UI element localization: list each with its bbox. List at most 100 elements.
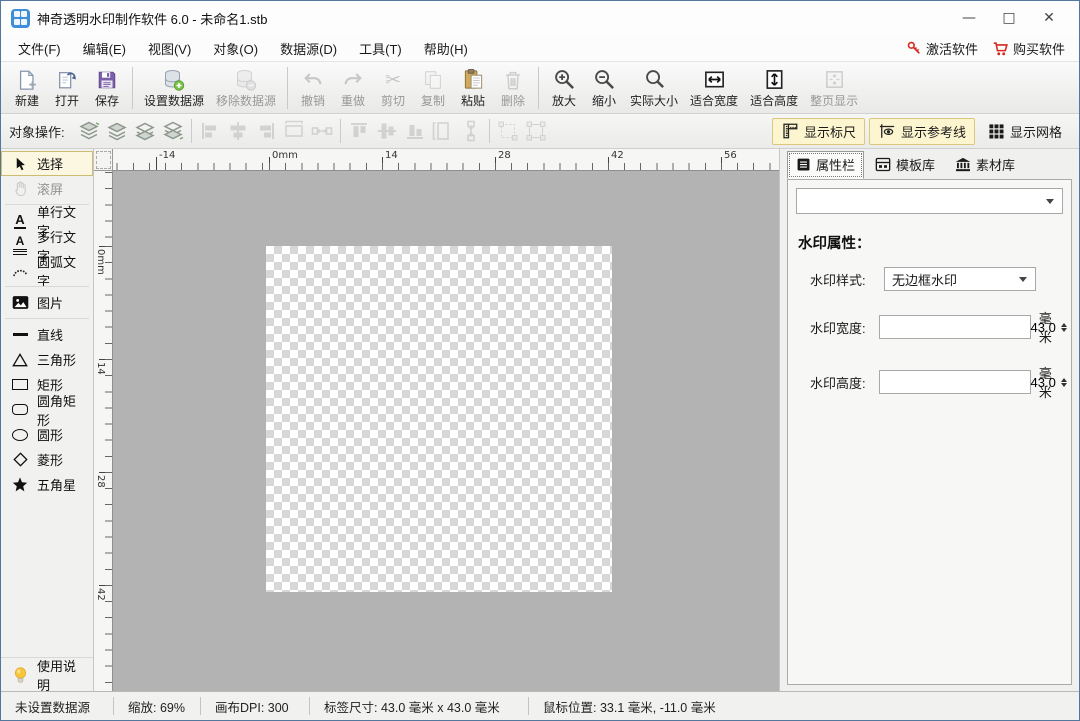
bring-forward-icon[interactable] (103, 118, 131, 144)
tool-triangle[interactable]: 三角形 (1, 347, 93, 372)
minimize-button[interactable]: — (949, 3, 989, 33)
mouse-position-status: 鼠标位置: 33.1 毫米, -11.0 毫米 (529, 697, 730, 716)
line-icon (9, 333, 31, 335)
tab-templates[interactable]: 模板库 (866, 151, 944, 179)
key-icon (906, 40, 922, 56)
menu-view[interactable]: 视图(V) (137, 35, 202, 62)
watermark-style-select[interactable]: 无边框水印 (884, 267, 1036, 291)
delete-button: 删除 (493, 64, 533, 112)
app-logo-icon (11, 9, 30, 28)
show-guides-toggle[interactable]: 显示参考线 (869, 118, 975, 145)
align-left-icon (196, 118, 224, 144)
app-window: 神奇透明水印制作软件 6.0 - 未命名1.stb — □ ✕ 文件(F) 编辑… (0, 0, 1080, 721)
right-panel-tabs: 属性栏 模板库 素材库 (787, 152, 1072, 179)
template-window-icon (875, 157, 891, 172)
open-button[interactable]: 打开 (47, 64, 87, 112)
tool-image[interactable]: 图片 (1, 290, 93, 315)
cart-icon (992, 40, 1009, 57)
right-panel: 属性栏 模板库 素材库 水印属性： 水印样式: (779, 149, 1079, 691)
align-middle-icon (373, 118, 401, 144)
align-right-icon (252, 118, 280, 144)
window-title: 神奇透明水印制作软件 6.0 - 未命名1.stb (37, 9, 267, 28)
canvas-area[interactable]: -14 0mm 14 28 42 56 0mm 14 28 42 (94, 149, 779, 691)
dpi-status: 画布DPI: 300 (201, 697, 309, 716)
tool-arc-text[interactable]: 圆弧文字 (1, 258, 93, 283)
zoom-in-button[interactable]: 放大 (544, 64, 584, 112)
zoom-status: 缩放: 69% (114, 697, 200, 716)
zoom-out-button[interactable]: 缩小 (584, 64, 624, 112)
tool-diamond[interactable]: 菱形 (1, 447, 93, 472)
triangle-icon (9, 353, 31, 367)
main-toolbar: 新建 打开 保存 设置数据源 移除数据源 撤销 重做 ✂ 剪 (1, 62, 1079, 114)
arc-text-icon (9, 264, 31, 278)
new-button[interactable]: 新建 (7, 64, 47, 112)
trash-icon (502, 67, 524, 93)
chevron-down-icon (1046, 199, 1054, 204)
tab-properties[interactable]: 属性栏 (787, 151, 864, 179)
set-datasource-button[interactable]: 设置数据源 (138, 64, 210, 112)
tool-rounded-rectangle[interactable]: 圆角矩形 (1, 397, 93, 422)
menu-object[interactable]: 对象(O) (202, 35, 269, 62)
title-bar: 神奇透明水印制作软件 6.0 - 未命名1.stb — □ ✕ (1, 1, 1079, 35)
send-backward-icon[interactable] (131, 118, 159, 144)
paste-button[interactable]: 粘贴 (453, 64, 493, 112)
ruler-corner (94, 149, 113, 171)
tool-select[interactable]: 选择 (1, 151, 93, 176)
new-document-icon (16, 67, 38, 93)
full-page-button: 整页显示 (804, 64, 864, 112)
tool-star[interactable]: 五角星 (1, 472, 93, 497)
lightbulb-icon (9, 666, 31, 684)
menu-file[interactable]: 文件(F) (7, 35, 72, 62)
diamond-icon (9, 452, 31, 467)
zoom-in-icon (553, 67, 576, 93)
single-text-icon: A (9, 213, 31, 229)
close-button[interactable]: ✕ (1029, 3, 1069, 33)
watermark-width-label: 水印宽度: (810, 318, 879, 337)
database-add-icon (162, 67, 186, 93)
save-button[interactable]: 保存 (87, 64, 127, 112)
fit-height-button[interactable]: 适合高度 (744, 64, 804, 112)
send-to-back-icon[interactable] (159, 118, 187, 144)
grid-icon (988, 123, 1005, 140)
tab-materials[interactable]: 素材库 (946, 151, 1024, 179)
menu-tools[interactable]: 工具(T) (348, 35, 413, 62)
watermark-height-spinner (879, 370, 1031, 394)
chevron-down-icon (1019, 277, 1027, 282)
menu-edit[interactable]: 编辑(E) (72, 35, 137, 62)
bring-to-front-icon[interactable] (75, 118, 103, 144)
tool-circle[interactable]: 圆形 (1, 422, 93, 447)
hand-icon (9, 180, 31, 197)
scissors-icon: ✂ (385, 67, 401, 93)
buy-software-link[interactable]: 购买软件 (992, 39, 1065, 58)
circle-icon (9, 429, 31, 441)
label-size-status: 标签尺寸: 43.0 毫米 x 43.0 毫米 (310, 697, 528, 716)
ungroup-icon (522, 118, 550, 144)
watermark-width-input[interactable] (880, 316, 1061, 338)
redo-button: 重做 (333, 64, 373, 112)
image-icon (9, 295, 31, 310)
guides-icon (878, 122, 896, 140)
tool-line[interactable]: 直线 (1, 322, 93, 347)
zoom-out-icon (593, 67, 616, 93)
undo-button: 撤销 (293, 64, 333, 112)
fit-width-button[interactable]: 适合宽度 (684, 64, 744, 112)
distribute-v-icon (457, 118, 485, 144)
copy-button: 复制 (413, 64, 453, 112)
actual-size-button[interactable]: 实际大小 (624, 64, 684, 112)
multi-text-icon: A (9, 236, 31, 255)
menu-help[interactable]: 帮助(H) (413, 35, 479, 62)
help-button[interactable]: 使用说明 (1, 662, 93, 687)
watermark-height-input[interactable] (880, 371, 1061, 393)
star-icon (9, 477, 31, 492)
remove-datasource-button: 移除数据源 (210, 64, 282, 112)
fit-height-icon (763, 67, 786, 93)
show-ruler-toggle[interactable]: 显示标尺 (772, 118, 865, 145)
align-bottom-icon (401, 118, 429, 144)
object-selector-dropdown[interactable] (796, 188, 1063, 214)
activate-software-link[interactable]: 激活软件 (906, 39, 978, 58)
menu-datasource[interactable]: 数据源(D) (269, 35, 348, 62)
fit-width-icon (703, 67, 726, 93)
watermark-canvas[interactable] (266, 246, 612, 592)
show-grid-toggle[interactable]: 显示网格 (979, 118, 1071, 145)
maximize-button[interactable]: □ (989, 3, 1029, 33)
